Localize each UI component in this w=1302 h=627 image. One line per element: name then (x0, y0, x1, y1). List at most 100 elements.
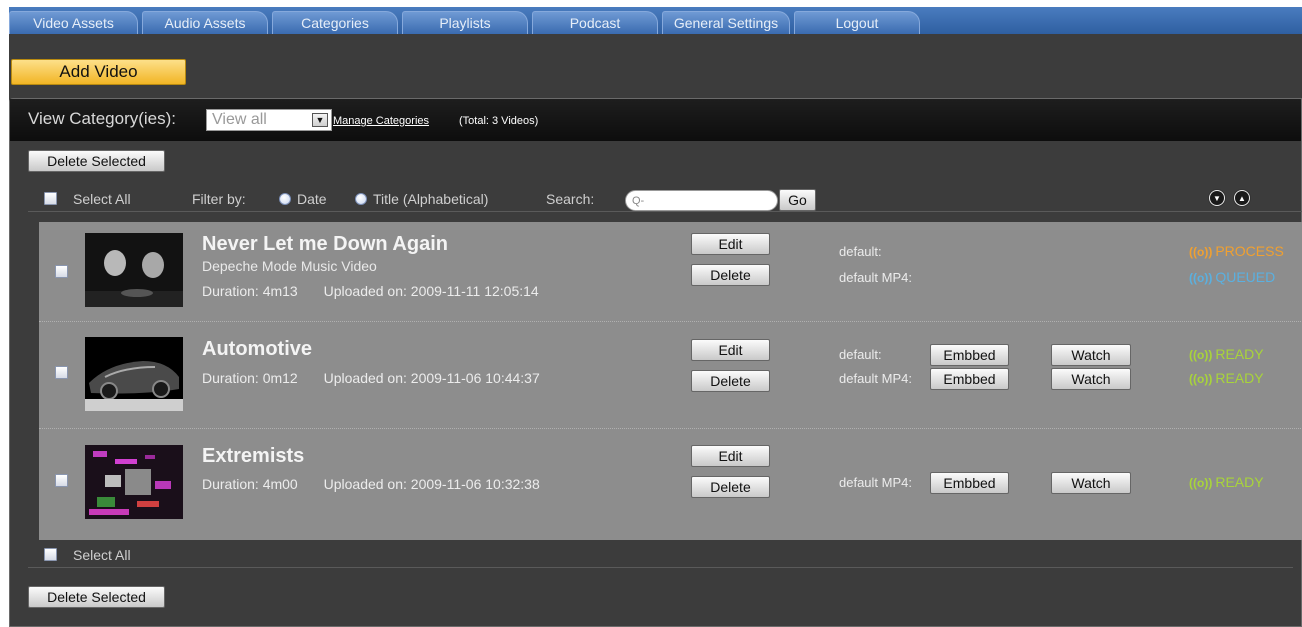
watch-button[interactable]: Watch (1051, 472, 1131, 494)
panel-header: View Category(ies): View all ▼ Manage Ca… (10, 99, 1301, 141)
arrow-up-icon: ▲ (1235, 191, 1249, 205)
search-placeholder: Q- (632, 194, 645, 207)
tab-video-assets[interactable]: Video Assets (9, 11, 138, 34)
select-all-checkbox-bottom[interactable] (44, 548, 57, 561)
format-name: default MP4: (839, 270, 912, 285)
filter-bar: Select All Filter by: Date Title (Alphab… (28, 185, 1302, 212)
video-thumbnail-image (85, 337, 183, 411)
format-status: ((o)) READY (1189, 474, 1264, 490)
embed-button[interactable]: Embbed (930, 344, 1009, 366)
video-thumbnail-image (85, 233, 183, 307)
tab-bar: Video Assets Audio Assets Categories Pla… (9, 7, 1302, 34)
bottom-select-all-bar: Select All (28, 542, 1293, 568)
edit-button[interactable]: Edit (691, 445, 770, 467)
video-duration: Duration: 4m00 (202, 476, 298, 492)
tab-label: Podcast (569, 15, 621, 31)
video-uploaded: Uploaded on: 2009-11-06 10:44:37 (323, 370, 540, 386)
video-duration: Duration: 0m12 (202, 370, 298, 386)
total-videos-count: (Total: 3 Videos) (459, 115, 539, 127)
tab-label: Video Assets (33, 15, 114, 31)
tab-audio-assets[interactable]: Audio Assets (142, 11, 268, 34)
filter-date-radio[interactable] (279, 193, 291, 205)
filter-title-label: Title (Alphabetical) (373, 191, 489, 207)
format-status: ((o)) PROCESS (1189, 243, 1284, 259)
tab-label: Playlists (439, 15, 491, 31)
format-name: default MP4: (839, 371, 912, 386)
embed-button[interactable]: Embbed (930, 368, 1009, 390)
tab-podcast[interactable]: Podcast (532, 11, 658, 34)
chevron-down-icon: ▼ (312, 113, 328, 127)
watch-button[interactable]: Watch (1051, 368, 1131, 390)
video-row: Extremists Duration: 4m00 Uploaded on: 2… (39, 429, 1302, 540)
filter-date-label: Date (297, 191, 327, 207)
format-status-text: READY (1215, 474, 1264, 490)
sort-descending-button[interactable]: ▼ (1208, 189, 1226, 207)
category-select[interactable]: View all ▼ (206, 109, 332, 131)
edit-button[interactable]: Edit (691, 339, 770, 361)
select-all-label: Select All (73, 191, 131, 207)
video-meta: Duration: 4m00 Uploaded on: 2009-11-06 1… (202, 476, 540, 492)
video-list: Never Let me Down Again Depeche Mode Mus… (39, 222, 1302, 540)
video-thumbnail (85, 337, 183, 411)
format-status-text: READY (1215, 346, 1264, 362)
video-title: Extremists (202, 445, 305, 467)
filter-title-radio[interactable] (355, 193, 367, 205)
video-subtitle: Depeche Mode Music Video (202, 258, 377, 274)
format-status: ((o)) READY (1189, 370, 1264, 386)
video-list-panel: View Category(ies): View all ▼ Manage Ca… (9, 98, 1302, 627)
video-thumbnail (85, 445, 183, 519)
tab-logout[interactable]: Logout (794, 11, 920, 34)
tab-categories[interactable]: Categories (272, 11, 398, 34)
search-label: Search: (546, 191, 595, 207)
delete-selected-button-bottom[interactable]: Delete Selected (28, 586, 165, 608)
format-status-text: READY (1215, 370, 1264, 386)
video-title: Never Let me Down Again (202, 233, 448, 255)
delete-selected-button-top[interactable]: Delete Selected (28, 150, 165, 172)
signal-icon: ((o)) (1189, 476, 1213, 490)
format-status-text: PROCESS (1215, 243, 1284, 259)
embed-button[interactable]: Embbed (930, 472, 1009, 494)
signal-icon: ((o)) (1189, 348, 1213, 362)
view-category-label: View Category(ies): (28, 109, 177, 128)
watch-button[interactable]: Watch (1051, 344, 1131, 366)
format-status: ((o)) READY (1189, 346, 1264, 362)
video-thumbnail-image (85, 445, 183, 519)
delete-button[interactable]: Delete (691, 264, 770, 286)
category-select-value: View all (212, 111, 267, 128)
video-row-checkbox[interactable] (55, 265, 68, 278)
delete-button[interactable]: Delete (691, 476, 770, 498)
format-status-text: QUEUED (1215, 269, 1276, 285)
video-row: Never Let me Down Again Depeche Mode Mus… (39, 222, 1302, 322)
add-video-button[interactable]: Add Video (11, 59, 186, 85)
format-name: default: (839, 347, 882, 362)
video-uploaded: Uploaded on: 2009-11-11 12:05:14 (323, 283, 539, 299)
tab-playlists[interactable]: Playlists (402, 11, 528, 34)
manage-categories-link[interactable]: Manage Categories (333, 115, 429, 127)
format-status: ((o)) QUEUED (1189, 269, 1275, 285)
arrow-down-icon: ▼ (1210, 191, 1224, 205)
tab-label: Logout (835, 15, 879, 31)
video-title: Automotive (202, 338, 312, 360)
video-uploaded: Uploaded on: 2009-11-06 10:32:38 (323, 476, 540, 492)
format-name: default: (839, 244, 882, 259)
video-row-checkbox[interactable] (55, 474, 68, 487)
go-button[interactable]: Go (779, 189, 816, 211)
select-all-checkbox-top[interactable] (44, 192, 57, 205)
tab-label: Categories (301, 15, 369, 31)
video-duration: Duration: 4m13 (202, 283, 298, 299)
edit-button[interactable]: Edit (691, 233, 770, 255)
tab-label: Audio Assets (164, 15, 246, 31)
delete-button[interactable]: Delete (691, 370, 770, 392)
select-all-label: Select All (73, 547, 131, 563)
sort-ascending-button[interactable]: ▲ (1233, 189, 1251, 207)
app-frame: Video Assets Audio Assets Categories Pla… (9, 7, 1302, 627)
filter-by-label: Filter by: (192, 191, 246, 207)
video-meta: Duration: 4m13 Uploaded on: 2009-11-11 1… (202, 283, 539, 299)
signal-icon: ((o)) (1189, 271, 1213, 285)
signal-icon: ((o)) (1189, 372, 1213, 386)
search-input[interactable]: Q- (625, 190, 778, 211)
video-meta: Duration: 0m12 Uploaded on: 2009-11-06 1… (202, 370, 540, 386)
signal-icon: ((o)) (1189, 245, 1213, 259)
video-row-checkbox[interactable] (55, 366, 68, 379)
tab-general-settings[interactable]: General Settings (662, 11, 790, 34)
